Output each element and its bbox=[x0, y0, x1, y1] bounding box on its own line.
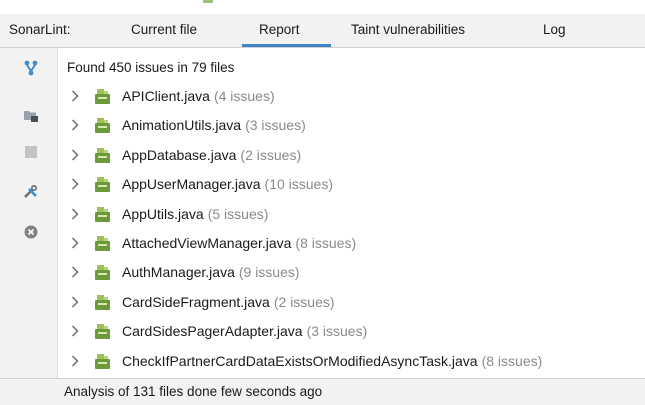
partial-icon bbox=[203, 0, 213, 3]
active-tab-indicator bbox=[242, 44, 331, 47]
issue-count: (9 issues) bbox=[238, 264, 300, 281]
issue-count: (3 issues) bbox=[245, 117, 306, 134]
folder-icon[interactable] bbox=[23, 108, 39, 124]
issue-count: (3 issues) bbox=[306, 323, 368, 340]
chevron-right-icon[interactable] bbox=[70, 265, 80, 279]
status-bar-left bbox=[0, 378, 58, 405]
tab-report[interactable]: Report bbox=[259, 22, 300, 37]
file-name: AppDatabase.java bbox=[122, 146, 237, 163]
java-file-icon bbox=[94, 147, 112, 164]
chevron-right-icon[interactable] bbox=[70, 295, 80, 309]
file-name: AuthManager.java bbox=[122, 264, 235, 281]
file-name: AppUtils.java bbox=[122, 205, 204, 222]
tools-icon[interactable] bbox=[23, 184, 39, 200]
chevron-right-icon[interactable] bbox=[70, 177, 80, 191]
file-row[interactable]: CardSideFragment.java (2 issues) bbox=[58, 292, 645, 316]
tool-window-tab-bar: SonarLint: Current file Report Taint vul… bbox=[0, 14, 645, 48]
issue-count: (8 issues) bbox=[295, 235, 357, 251]
java-file-icon bbox=[94, 294, 112, 311]
tab-log[interactable]: Log bbox=[543, 22, 566, 37]
java-file-icon bbox=[94, 176, 112, 193]
issue-count: (2 issues) bbox=[273, 293, 335, 310]
java-file-icon bbox=[94, 353, 112, 370]
file-name: CardSidesPagerAdapter.java bbox=[122, 323, 303, 340]
file-row[interactable]: CheckIfPartnerCardDataExistsOrModifiedAs… bbox=[58, 351, 645, 375]
java-file-icon bbox=[94, 264, 112, 281]
chevron-right-icon[interactable] bbox=[70, 207, 80, 221]
file-name: CheckIfPartnerCardDataExistsOrModifiedAs… bbox=[122, 352, 478, 369]
file-row[interactable]: AuthManager.java (9 issues) bbox=[58, 262, 645, 286]
java-file-icon bbox=[94, 235, 112, 252]
tab-taint-vulnerabilities[interactable]: Taint vulnerabilities bbox=[351, 22, 465, 37]
chevron-right-icon[interactable] bbox=[70, 89, 80, 103]
issue-count: (10 issues) bbox=[264, 176, 333, 193]
java-file-icon bbox=[94, 117, 112, 134]
chevron-right-icon[interactable] bbox=[70, 324, 80, 338]
file-name: AnimationUtils.java bbox=[122, 117, 242, 134]
file-row[interactable]: AnimationUtils.java (3 issues) bbox=[58, 115, 645, 139]
chevron-right-icon[interactable] bbox=[70, 118, 80, 132]
tool-window-title: SonarLint: bbox=[9, 22, 71, 37]
file-name: AppUserManager.java bbox=[122, 176, 261, 193]
file-row[interactable]: AppDatabase.java (2 issues) bbox=[58, 145, 645, 169]
chevron-right-icon[interactable] bbox=[70, 236, 80, 250]
tool-sidebar bbox=[0, 48, 58, 378]
issue-count: (2 issues) bbox=[240, 146, 302, 163]
issue-count: (4 issues) bbox=[213, 88, 275, 104]
file-row[interactable]: AppUtils.java (5 issues) bbox=[58, 204, 645, 228]
file-row[interactable]: APIClient.java (4 issues) bbox=[58, 86, 645, 110]
chevron-right-icon[interactable] bbox=[70, 148, 80, 162]
report-panel: Found 450 issues in 79 files APIClient.j… bbox=[58, 48, 645, 378]
file-name: CardSideFragment.java bbox=[122, 293, 270, 310]
report-summary: Found 450 issues in 79 files bbox=[67, 60, 235, 75]
file-row[interactable]: AttachedViewManager.java (8 issues) bbox=[58, 233, 645, 257]
tab-current-file[interactable]: Current file bbox=[131, 22, 197, 37]
issue-count: (5 issues) bbox=[207, 205, 269, 222]
top-strip bbox=[0, 0, 645, 14]
file-row[interactable]: AppUserManager.java (10 issues) bbox=[58, 174, 645, 198]
status-text: Analysis of 131 files done few seconds a… bbox=[64, 384, 323, 399]
stop-icon[interactable] bbox=[23, 144, 39, 160]
java-file-icon bbox=[94, 88, 112, 105]
java-file-icon bbox=[94, 206, 112, 223]
file-row[interactable]: CardSidesPagerAdapter.java (3 issues) bbox=[58, 321, 645, 345]
chevron-right-icon[interactable] bbox=[70, 354, 80, 368]
file-name: AttachedViewManager.java bbox=[122, 235, 292, 251]
issue-count: (8 issues) bbox=[481, 352, 543, 369]
java-file-icon bbox=[94, 323, 112, 340]
file-name: APIClient.java bbox=[122, 88, 210, 104]
clear-icon[interactable] bbox=[23, 224, 39, 240]
branch-icon[interactable] bbox=[23, 60, 39, 76]
status-bar: Analysis of 131 files done few seconds a… bbox=[58, 378, 645, 405]
